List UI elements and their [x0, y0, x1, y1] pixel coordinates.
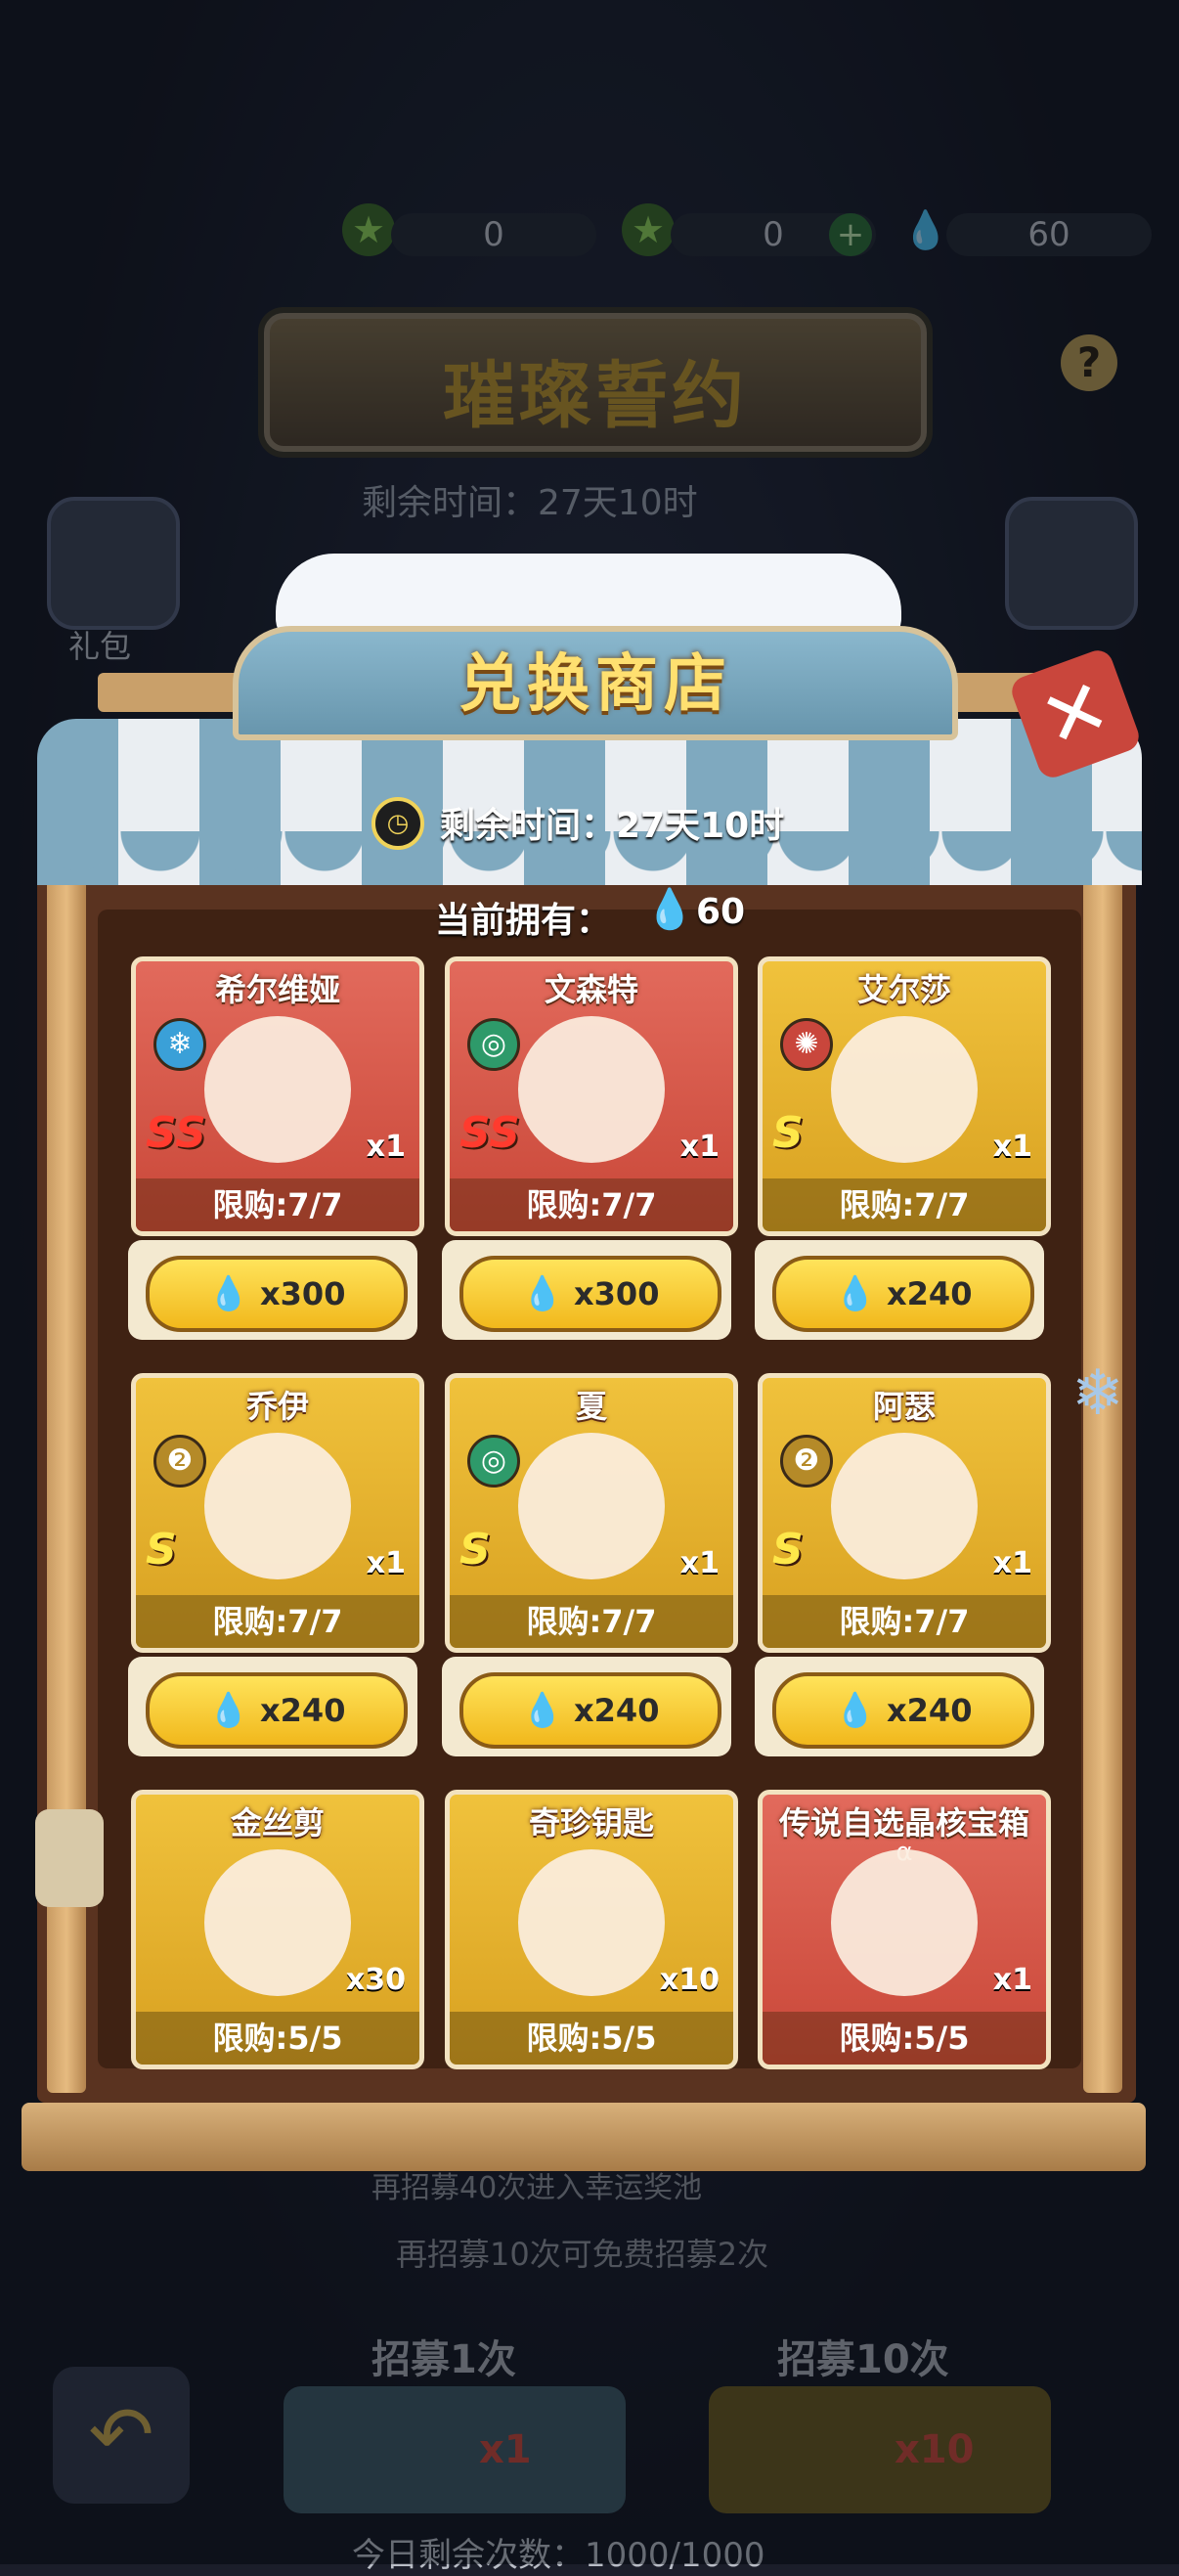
- purchase-limit: 限购:7/7: [136, 1178, 419, 1231]
- shop-item-card[interactable]: 乔伊 ❷ Sx1 限购:7/7: [131, 1373, 424, 1653]
- rank-badge: S: [146, 1525, 177, 1575]
- wind-element-icon: ❄: [153, 1018, 206, 1071]
- item-name: 艾尔莎: [856, 971, 951, 1008]
- gem-icon: 💧: [207, 1274, 249, 1313]
- item-portrait: [518, 1433, 665, 1579]
- gem-icon: 💧: [834, 1691, 876, 1730]
- item-portrait: [831, 1849, 978, 1996]
- shop-item-card[interactable]: 文森特 ◎ SS x1 限购:7/7: [445, 956, 738, 1236]
- shop-item-card[interactable]: 夏 ◎ Sx1 限购:7/7: [445, 1373, 738, 1653]
- buy-button[interactable]: 💧 x240: [772, 1256, 1034, 1332]
- price-panel: 💧 x300: [128, 1240, 417, 1340]
- gem-icon: 💧: [521, 1691, 563, 1730]
- rank-badge: S: [459, 1525, 491, 1575]
- item-price: x240: [887, 1275, 973, 1312]
- clock-icon: ◷: [371, 797, 424, 850]
- item-quantity: x1: [366, 1546, 406, 1580]
- item-name: 阿瑟: [872, 1388, 936, 1425]
- item-quantity: x1: [366, 1130, 406, 1164]
- purchase-limit: 限购:5/5: [136, 2012, 419, 2065]
- item-quantity: x1: [992, 1546, 1032, 1580]
- item-portrait: [204, 1433, 351, 1579]
- item-price: x240: [260, 1692, 346, 1729]
- purchase-limit: 限购:5/5: [450, 2012, 733, 2065]
- shop-item-card[interactable]: 阿瑟 ❷ Sx1 限购:7/7: [758, 1373, 1051, 1653]
- item-quantity: x1: [679, 1130, 720, 1164]
- item-quantity: x30: [345, 1963, 406, 1997]
- purchase-limit: 限购:7/7: [763, 1595, 1046, 1648]
- item-quantity: x1: [992, 1963, 1032, 1997]
- purchase-limit: 限购:7/7: [763, 1178, 1046, 1231]
- shop-item-card[interactable]: 艾尔莎 ✺ Sx1 限购:7/7: [758, 956, 1051, 1236]
- item-name: 乔伊: [245, 1388, 309, 1425]
- rank-badge: S: [772, 1525, 804, 1575]
- price-panel: 💧 x300: [442, 1240, 731, 1340]
- item-name: 金丝剪: [230, 1804, 325, 1842]
- snowflake-icon: ❄: [1071, 1357, 1124, 1430]
- item-portrait: [204, 1849, 351, 1996]
- item-quantity: x1: [992, 1130, 1032, 1164]
- shop-base-plank: [22, 2103, 1146, 2171]
- buy-button[interactable]: 💧 x240: [772, 1672, 1034, 1749]
- item-name: 希尔维娅: [214, 971, 340, 1008]
- item-price: x240: [887, 1692, 973, 1729]
- item-portrait: [831, 1433, 978, 1579]
- rank-badge: SS: [146, 1108, 206, 1158]
- earth-element-icon: ❷: [780, 1435, 833, 1488]
- item-price: x300: [260, 1275, 346, 1312]
- purchase-limit: 限购:7/7: [136, 1595, 419, 1648]
- item-portrait: [518, 1849, 665, 1996]
- shop-item-card[interactable]: 希尔维娅 ❄ SS x1 限购:7/7: [131, 956, 424, 1236]
- shop-pillar-right: [1083, 870, 1122, 2093]
- gem-icon: 💧: [645, 887, 694, 932]
- shop-remaining-time: 剩余时间：27天10时: [440, 806, 785, 846]
- item-portrait: [204, 1016, 351, 1163]
- vortex-element-icon: ◎: [467, 1018, 520, 1071]
- price-panel: 💧 x240: [755, 1657, 1044, 1756]
- owned-value: 60: [696, 892, 746, 932]
- item-portrait: [518, 1016, 665, 1163]
- vortex-element-icon: ◎: [467, 1435, 520, 1488]
- item-quantity: x10: [659, 1963, 720, 1997]
- buy-button[interactable]: 💧 x300: [146, 1256, 408, 1332]
- shop-item-card[interactable]: 传说自选晶核宝箱αx1限购:5/5: [758, 1790, 1051, 2069]
- purchase-limit: 限购:5/5: [763, 2012, 1046, 2065]
- item-price: x300: [574, 1275, 660, 1312]
- item-name: 文森特: [544, 971, 638, 1008]
- buy-button[interactable]: 💧 x240: [459, 1672, 721, 1749]
- rank-badge: SS: [459, 1108, 520, 1158]
- shop-item-card[interactable]: 奇珍钥匙 x10 限购:5/5: [445, 1790, 738, 2069]
- gem-icon: 💧: [521, 1274, 563, 1313]
- side-event-icon[interactable]: [35, 1809, 104, 1907]
- shop-title: 兑换商店: [458, 648, 732, 721]
- item-name: 夏: [575, 1388, 607, 1425]
- buy-button[interactable]: 💧 x300: [459, 1256, 721, 1332]
- gem-icon: 💧: [207, 1691, 249, 1730]
- gem-icon: 💧: [834, 1274, 876, 1313]
- earth-element-icon: ❷: [153, 1435, 206, 1488]
- buy-button[interactable]: 💧 x240: [146, 1672, 408, 1749]
- item-portrait: [831, 1016, 978, 1163]
- owned-label: 当前拥有：: [435, 901, 612, 941]
- purchase-limit: 限购:7/7: [450, 1178, 733, 1231]
- price-panel: 💧 x240: [755, 1240, 1044, 1340]
- rank-badge: S: [772, 1108, 804, 1158]
- item-quantity: x1: [679, 1546, 720, 1580]
- fire-element-icon: ✺: [780, 1018, 833, 1071]
- price-panel: 💧 x240: [128, 1657, 417, 1756]
- shop-pillar-left: [47, 870, 86, 2093]
- price-panel: 💧 x240: [442, 1657, 731, 1756]
- item-name: 奇珍钥匙: [528, 1804, 654, 1842]
- shop-item-card[interactable]: 金丝剪 x30 限购:5/5: [131, 1790, 424, 2069]
- purchase-limit: 限购:7/7: [450, 1595, 733, 1648]
- item-price: x240: [574, 1692, 660, 1729]
